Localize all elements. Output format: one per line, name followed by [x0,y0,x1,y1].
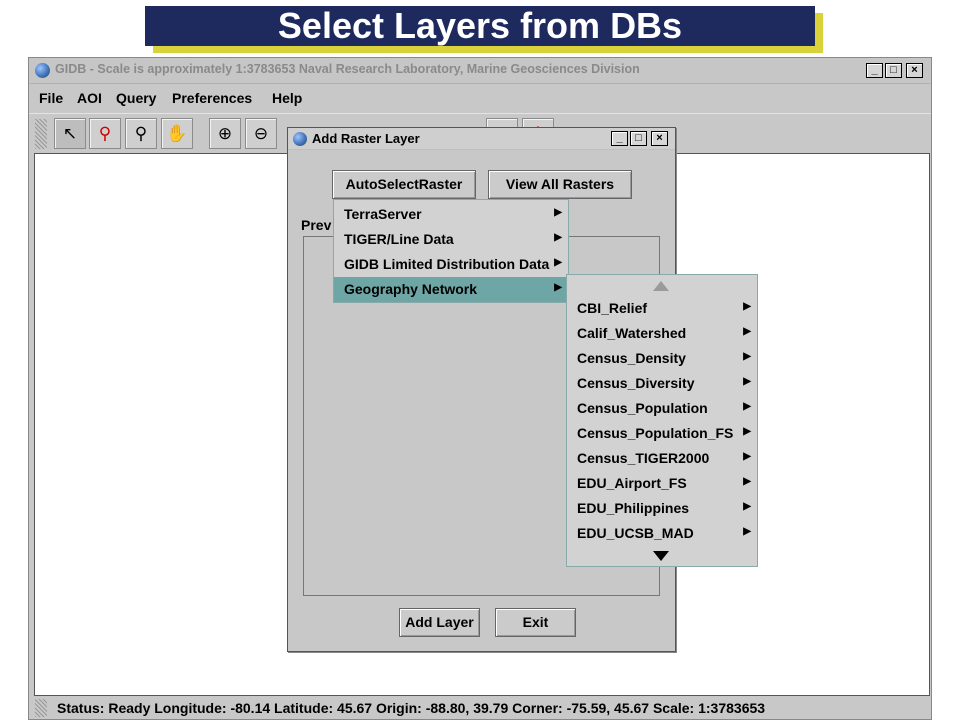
submenu-item-census-population[interactable]: Census_Population ▶ [567,396,757,421]
submenu-arrow-icon: ▶ [743,451,751,462]
submenu-item-label: CBI_Relief [577,300,648,316]
statusbar-grip [35,699,47,717]
zoom-box-icon[interactable]: ⚲ [89,118,121,149]
submenu-item-edu-airport-fs[interactable]: EDU_Airport_FS ▶ [567,471,757,496]
submenu-item-label: Census_Population_FS [577,425,734,441]
submenu-arrow-icon: ▶ [554,232,562,243]
dialog-titlebar[interactable]: Add Raster Layer _ □ × [288,128,675,150]
database-menu: TerraServer ▶ TIGER/Line Data ▶ GIDB Lim… [333,199,569,303]
menu-item-tiger-line[interactable]: TIGER/Line Data ▶ [334,227,568,252]
dialog-minimize-button[interactable]: _ [611,131,628,146]
submenu-item-cbi-relief[interactable]: CBI_Relief ▶ [567,296,757,321]
auto-select-raster-button[interactable]: AutoSelectRaster [332,170,476,199]
scroll-down-icon[interactable] [653,551,669,561]
exit-button[interactable]: Exit [495,608,576,637]
add-layer-button[interactable]: Add Layer [399,608,480,637]
menu-item-label: GIDB Limited Distribution Data [344,256,550,272]
statusbar: Status: Ready Longitude: -80.14 Latitude… [29,697,931,720]
submenu-item-label: EDU_Airport_FS [577,475,687,491]
submenu-arrow-icon: ▶ [743,426,751,437]
dialog-title: Add Raster Layer [312,131,420,146]
slide-title: Select Layers from DBs [145,6,815,46]
submenu-item-census-population-fs[interactable]: Census_Population_FS ▶ [567,421,757,446]
zoom-out-icon[interactable]: ⊖ [245,118,277,149]
submenu-arrow-icon: ▶ [743,326,751,337]
submenu-arrow-icon: ▶ [554,282,562,293]
submenu-item-label: EDU_Philippines [577,500,690,516]
submenu-item-calif-watershed[interactable]: Calif_Watershed ▶ [567,321,757,346]
magnify-icon[interactable]: ⚲ [125,118,157,149]
menu-file[interactable]: File [39,90,63,106]
main-titlebar: GIDB - Scale is approximately 1:3783653 … [29,58,931,84]
globe-icon [35,63,50,78]
menu-preferences[interactable]: Preferences [172,90,252,106]
submenu-arrow-icon: ▶ [743,476,751,487]
pan-hand-icon[interactable]: ✋ [161,118,193,149]
submenu-item-label: Census_Population [577,400,708,416]
menu-item-terraserver[interactable]: TerraServer ▶ [334,202,568,227]
dialog-globe-icon [293,132,307,146]
pointer-icon[interactable]: ↖ [54,118,86,149]
submenu-item-edu-ucsb-mad[interactable]: EDU_UCSB_MAD ▶ [567,521,757,546]
menu-query[interactable]: Query [116,90,156,106]
submenu-arrow-icon: ▶ [743,501,751,512]
menubar: File AOI Query Preferences Help [29,85,931,111]
submenu-arrow-icon: ▶ [743,526,751,537]
submenu-item-census-tiger2000[interactable]: Census_TIGER2000 ▶ [567,446,757,471]
menu-item-label: Geography Network [344,281,478,297]
submenu-item-label: Census_Diversity [577,375,695,391]
menu-item-label: TerraServer [344,206,422,222]
view-all-rasters-button[interactable]: View All Rasters [488,170,632,199]
menu-help[interactable]: Help [272,90,302,106]
dialog-maximize-button[interactable]: □ [630,131,647,146]
submenu-arrow-icon: ▶ [743,351,751,362]
dialog-close-button[interactable]: × [651,131,668,146]
submenu-arrow-icon: ▶ [554,207,562,218]
toolbar-grip[interactable] [35,119,47,149]
submenu-item-census-diversity[interactable]: Census_Diversity ▶ [567,371,757,396]
submenu-item-label: Census_Density [577,350,686,366]
submenu-item-census-density[interactable]: Census_Density ▶ [567,346,757,371]
status-text: Status: Ready Longitude: -80.14 Latitude… [57,700,766,716]
zoom-in-icon[interactable]: ⊕ [209,118,241,149]
submenu-item-edu-philippines[interactable]: EDU_Philippines ▶ [567,496,757,521]
close-button[interactable]: × [906,63,923,78]
maximize-button[interactable]: □ [885,63,902,78]
scroll-up-icon[interactable] [653,281,669,291]
menu-item-gidb-limited[interactable]: GIDB Limited Distribution Data ▶ [334,252,568,277]
submenu-arrow-icon: ▶ [743,301,751,312]
submenu-item-label: EDU_UCSB_MAD [577,525,694,541]
minimize-button[interactable]: _ [866,63,883,78]
submenu-arrow-icon: ▶ [743,401,751,412]
submenu-item-label: Census_TIGER2000 [577,450,710,466]
submenu-arrow-icon: ▶ [743,376,751,387]
submenu-item-label: Calif_Watershed [577,325,687,341]
main-window-title: GIDB - Scale is approximately 1:3783653 … [55,62,640,76]
submenu-arrow-icon: ▶ [554,257,562,268]
preview-label: Prev [301,217,332,233]
menu-item-geography-network[interactable]: Geography Network ▶ [334,277,568,302]
menu-item-label: TIGER/Line Data [344,231,454,247]
geography-network-submenu: CBI_Relief ▶ Calif_Watershed ▶ Census_De… [566,274,758,567]
menu-aoi[interactable]: AOI [77,90,102,106]
